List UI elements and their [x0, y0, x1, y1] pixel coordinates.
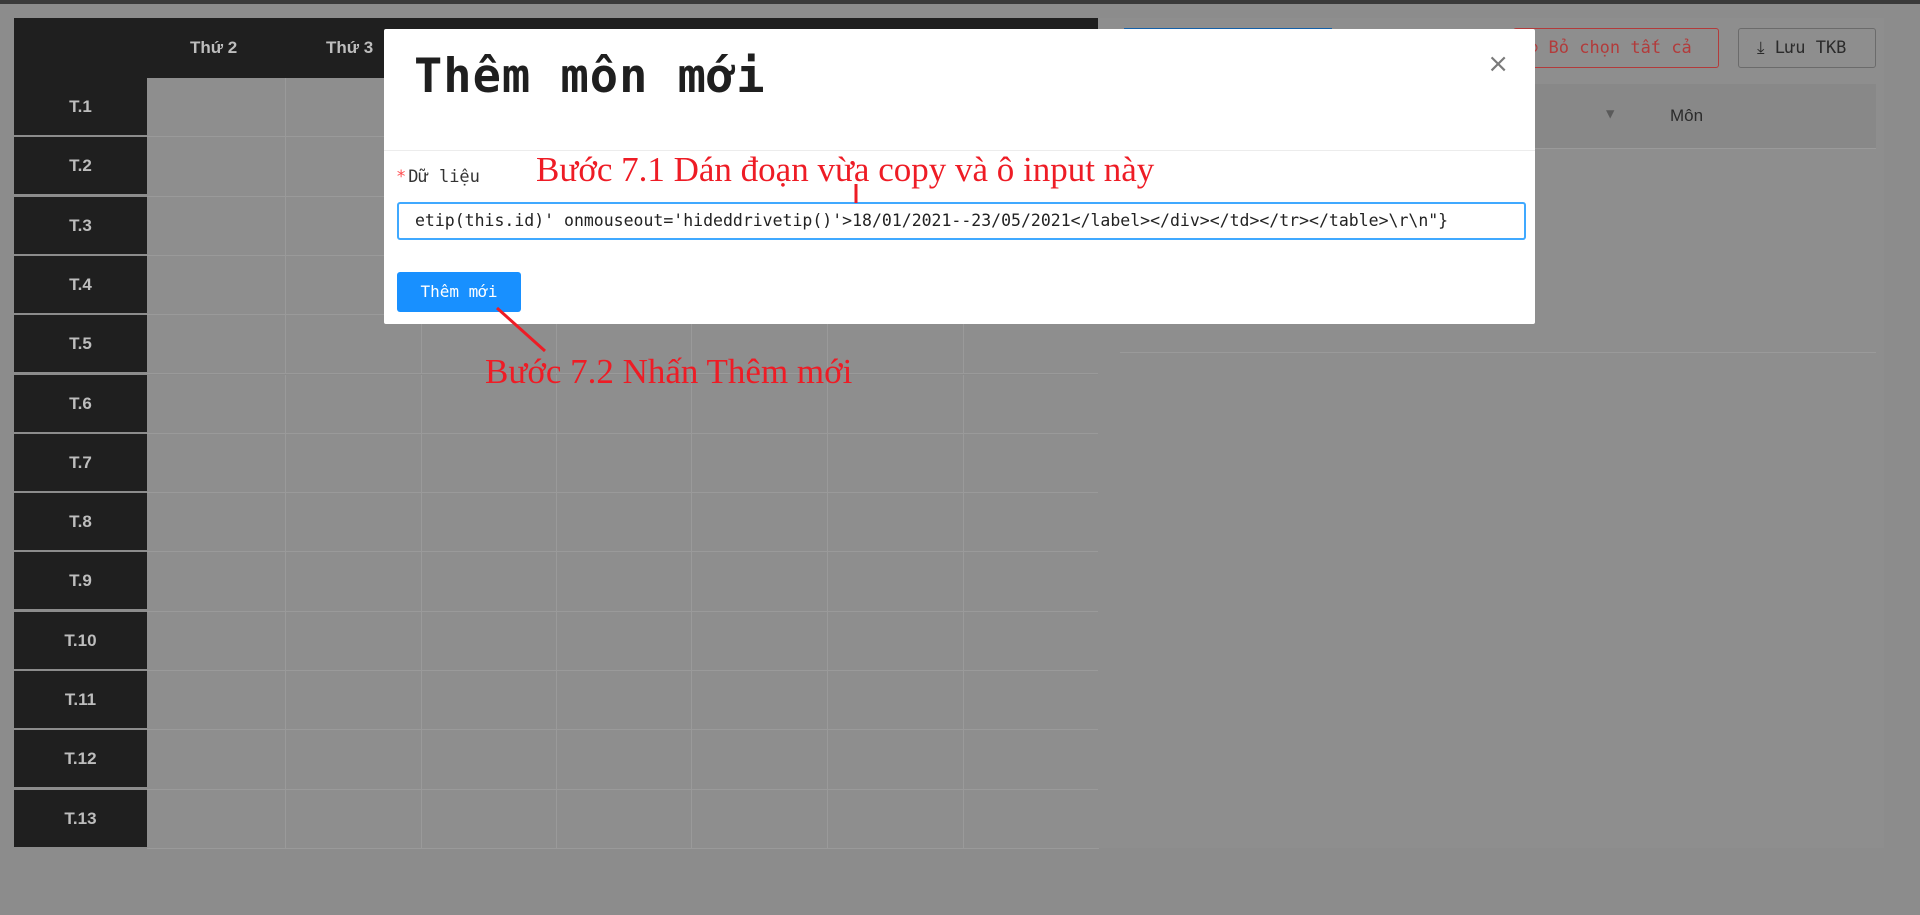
arrow-to-button [495, 306, 547, 353]
annotation-arrows [495, 184, 858, 353]
